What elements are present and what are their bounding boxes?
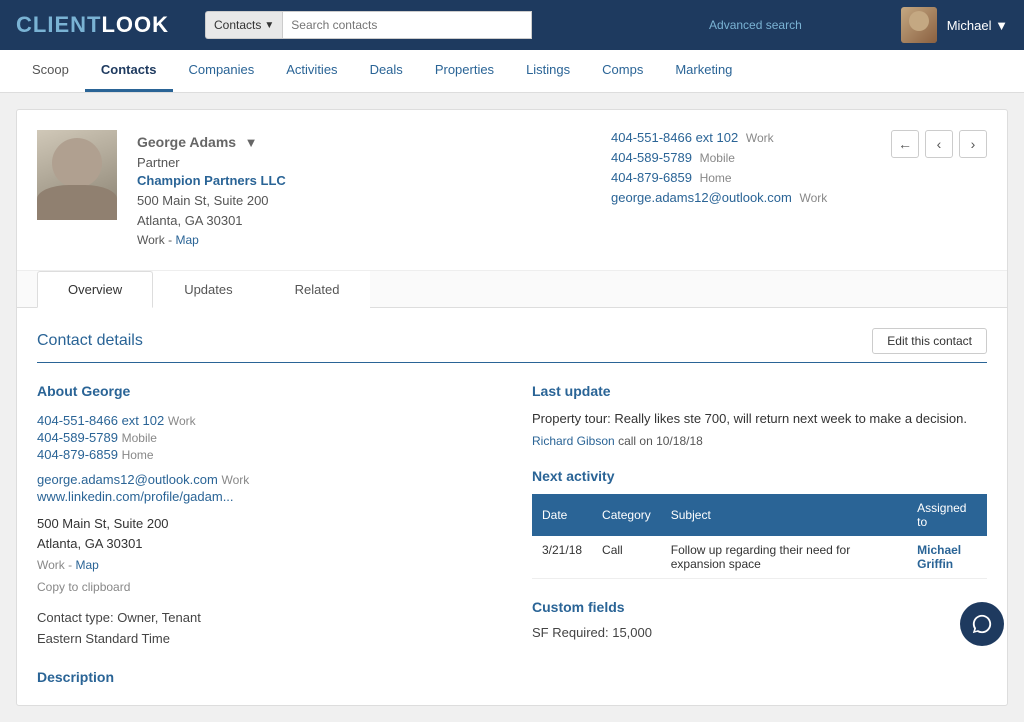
sub-tab-overview[interactable]: Overview [37,271,153,308]
about-title: About George [37,383,492,399]
user-menu[interactable]: Michael ▼ [947,18,1008,33]
phone3-link[interactable]: 404-879-6859 [611,170,692,185]
avatar [901,7,937,43]
contact-phone2: 404-589-5789 Mobile [611,150,871,165]
contact-details-title: Contact details [37,332,143,350]
sub-tabs: Overview Updates Related [17,271,1007,308]
profile-photo [37,130,117,220]
about-phone1-link[interactable]: 404-551-8466 ext 102 [37,413,164,428]
about-phone2: 404-589-5789 Mobile [37,430,492,445]
chat-bubble[interactable] [960,602,1004,646]
nav-tab-marketing[interactable]: Marketing [659,50,748,92]
assigned-link[interactable]: Michael Griffin [917,543,961,571]
search-input[interactable] [282,11,532,39]
chat-icon [971,613,993,635]
activity-category: Call [592,536,661,579]
about-phone3: 404-879-6859 Home [37,447,492,462]
nav-tab-scoop[interactable]: Scoop [16,50,85,92]
about-phone1: 404-551-8466 ext 102 Work [37,413,492,428]
dropdown-arrow-icon: ▼ [264,20,274,31]
header: CLIENTLOOK Contacts ▼ Advanced search Mi… [0,0,1024,50]
prev-button[interactable]: ‹ [925,130,953,158]
phone2-link[interactable]: 404-589-5789 [611,150,692,165]
header-right: Michael ▼ [901,7,1008,43]
col-date: Date [532,494,592,536]
last-update-text: Property tour: Really likes ste 700, wil… [532,409,987,429]
profile-company[interactable]: Champion Partners LLC [137,173,611,188]
profile-actions: ← ‹ › [891,130,987,158]
next-activity-title: Next activity [532,468,987,484]
profile-name-dropdown-icon[interactable]: ▼ [245,135,258,150]
activity-table-header: Date Category Subject Assigned to [532,494,987,536]
search-bar: Contacts ▼ [205,11,685,39]
logo-client: CLIENT [16,12,101,37]
about-phone3-link[interactable]: 404-879-6859 [37,447,118,462]
profile-section: George Adams ▼ Partner Champion Partners… [17,110,1007,271]
col-left: About George 404-551-8466 ext 102 Work 4… [37,383,492,686]
contact-email: george.adams12@outlook.com Work [611,190,871,205]
phone1-link[interactable]: 404-551-8466 ext 102 [611,130,738,145]
nav-tab-companies[interactable]: Companies [173,50,271,92]
about-address: 500 Main St, Suite 200 Atlanta, GA 30301… [37,514,492,576]
edit-contact-button[interactable]: Edit this contact [872,328,987,354]
about-map-link[interactable]: Map [75,558,98,572]
about-email-link[interactable]: george.adams12@outlook.com [37,472,218,487]
two-col-layout: About George 404-551-8466 ext 102 Work 4… [37,383,987,686]
col-category: Category [592,494,661,536]
contact-details-header: Contact details Edit this contact [37,328,987,363]
logo-look: LOOK [101,12,169,37]
nav-tab-comps[interactable]: Comps [586,50,659,92]
nav-tab-deals[interactable]: Deals [354,50,419,92]
back-button[interactable]: ← [891,130,919,158]
map-link[interactable]: Map [175,233,198,247]
logo: CLIENTLOOK [16,12,169,38]
contact-phone3: 404-879-6859 Home [611,170,871,185]
about-linkedin: www.linkedin.com/profile/gadam... [37,489,492,504]
avatar-image [901,7,937,43]
copy-to-clipboard[interactable]: Copy to clipboard [37,580,492,594]
nav-tab-properties[interactable]: Properties [419,50,510,92]
profile-name: George Adams ▼ [137,130,611,153]
last-update-agent[interactable]: Richard Gibson [532,434,615,448]
linkedin-link[interactable]: www.linkedin.com/profile/gadam... [37,489,234,504]
last-update-action: call on 10/18/18 [618,434,703,448]
advanced-search-link[interactable]: Advanced search [709,18,802,32]
sub-tab-updates[interactable]: Updates [153,271,263,308]
contact-phone1: 404-551-8466 ext 102 Work [611,130,871,145]
main-content: George Adams ▼ Partner Champion Partners… [16,109,1008,706]
nav-tab-listings[interactable]: Listings [510,50,586,92]
activity-date: 3/21/18 [532,536,592,579]
activity-table: Date Category Subject Assigned to 3/21/1… [532,494,987,579]
table-row: 3/21/18 Call Follow up regarding their n… [532,536,987,579]
contact-info: 404-551-8466 ext 102 Work 404-589-5789 M… [611,130,871,210]
activity-subject: Follow up regarding their need for expan… [661,536,907,579]
last-update-meta: Richard Gibson call on 10/18/18 [532,434,987,448]
next-button[interactable]: › [959,130,987,158]
sub-tab-related[interactable]: Related [264,271,371,308]
nav-tab-activities[interactable]: Activities [270,50,353,92]
about-phone2-link[interactable]: 404-589-5789 [37,430,118,445]
col-right: Last update Property tour: Really likes … [532,383,987,686]
about-email: george.adams12@outlook.com Work [37,472,492,487]
col-subject: Subject [661,494,907,536]
custom-field-sf: SF Required: 15,000 [532,625,987,640]
custom-fields-title: Custom fields [532,599,987,615]
nav-bar: Scoop Contacts Companies Activities Deal… [0,50,1024,93]
profile-title: Partner [137,155,611,170]
contact-type: Contact type: Owner, Tenant Eastern Stan… [37,608,492,650]
col-assigned: Assigned to [907,494,987,536]
nav-tab-contacts[interactable]: Contacts [85,50,173,92]
description-title: Description [37,669,492,685]
activity-assigned: Michael Griffin [907,536,987,579]
email-link[interactable]: george.adams12@outlook.com [611,190,792,205]
profile-address: 500 Main St, Suite 200 Atlanta, GA 30301… [137,191,611,250]
profile-info: George Adams ▼ Partner Champion Partners… [137,130,611,250]
last-update-title: Last update [532,383,987,399]
search-type-dropdown[interactable]: Contacts ▼ [205,11,282,39]
content-area: Contact details Edit this contact About … [17,308,1007,706]
